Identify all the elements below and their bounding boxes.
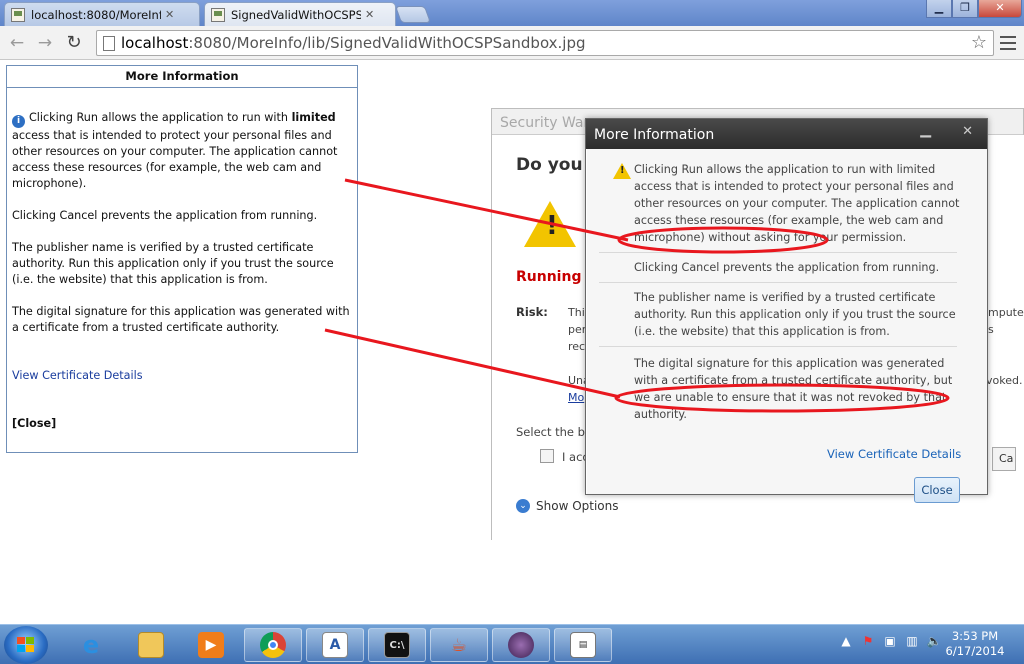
close-tab-icon[interactable]: ✕ <box>165 8 174 21</box>
chrome-menu-icon[interactable] <box>1000 36 1016 50</box>
publisher-section: The publisher name is verified by a trus… <box>599 283 957 347</box>
warning-triangle-icon: ! <box>524 201 576 247</box>
back-arrow-icon[interactable]: ← <box>6 32 28 54</box>
bookmark-star-icon[interactable]: ☆ <box>971 32 987 53</box>
window-close-button[interactable]: ✕ <box>978 0 1022 18</box>
tab-title: localhost:8080/MoreInfo/l <box>31 7 161 22</box>
run-text: Clicking Run allows the application to r… <box>634 163 960 244</box>
image-file-icon <box>11 7 25 22</box>
show-options-label: Show Options <box>536 499 619 513</box>
cancel-section: Clicking Cancel prevents the application… <box>599 253 957 283</box>
accept-checkbox[interactable] <box>540 449 554 463</box>
run-explanation: i Clicking Run allows the application to … <box>12 111 338 190</box>
select-box-text: Select the bo <box>516 425 592 439</box>
cancel-explanation: Clicking Cancel prevents the application… <box>12 209 318 222</box>
minimize-icon[interactable]: ▁ <box>920 122 931 138</box>
internet-explorer-icon[interactable]: e <box>62 628 120 662</box>
forward-arrow-icon[interactable]: → <box>34 32 56 54</box>
publisher-text: The publisher name is verified by a trus… <box>634 291 956 338</box>
window-controls: ▁ ❐ ✕ <box>926 0 1022 18</box>
close-link[interactable]: [Close] <box>12 416 354 432</box>
publisher-explanation: The publisher name is verified by a trus… <box>12 241 334 286</box>
image-file-icon <box>211 7 225 22</box>
address-bar[interactable]: localhost:8080/MoreInfo/lib/SignedValidW… <box>96 30 994 56</box>
clock-date: 6/17/2014 <box>945 644 1005 658</box>
java-icon[interactable]: ☕ <box>430 628 488 662</box>
run-section: ! Clicking Run allows the application to… <box>599 149 959 253</box>
restore-button[interactable]: ❐ <box>952 0 978 18</box>
browser-toolbar: ← → ↻ localhost:8080/MoreInfo/lib/Signed… <box>0 26 1024 60</box>
more-info-link[interactable]: Mo <box>568 391 584 404</box>
command-prompt-icon[interactable]: C:\ <box>368 628 426 662</box>
tab-signed-valid[interactable]: SignedValidWithOCSPSan ✕ <box>204 2 396 26</box>
url-text[interactable]: localhost:8080/MoreInfo/lib/SignedValidW… <box>121 34 586 52</box>
file-explorer-icon[interactable] <box>122 628 180 662</box>
risk-text: per <box>568 323 587 336</box>
risk-text-right: voked. <box>986 374 1023 387</box>
page-icon <box>103 36 115 51</box>
view-certificate-link[interactable]: View Certificate Details <box>12 368 354 384</box>
tab-title: SignedValidWithOCSPSan <box>231 7 361 22</box>
risk-text-right: mpute <box>988 306 1024 319</box>
risk-label: Risk: <box>516 305 548 319</box>
reload-icon[interactable]: ↻ <box>63 32 85 54</box>
close-button[interactable]: Close <box>914 477 960 503</box>
media-app-icon[interactable] <box>492 628 550 662</box>
close-icon[interactable]: ✕ <box>962 124 973 139</box>
signature-explanation: The digital signature for this applicati… <box>12 305 350 334</box>
media-player-icon[interactable]: ▶ <box>182 628 240 662</box>
dialog-titlebar: More Information ▁ ✕ <box>586 119 987 149</box>
minimize-button[interactable]: ▁ <box>926 0 952 18</box>
chevron-down-icon: ⌄ <box>516 499 530 513</box>
chrome-icon[interactable] <box>244 628 302 662</box>
device-icon[interactable]: ▣ <box>882 633 898 649</box>
risk-text-right: s <box>988 323 994 336</box>
show-hidden-icons-icon[interactable]: ▲ <box>838 633 854 649</box>
close-tab-icon[interactable]: ✕ <box>365 8 374 21</box>
running-heading: Running t <box>516 269 594 285</box>
view-certificate-link[interactable]: View Certificate Details <box>827 447 961 461</box>
more-info-panel: More Information i Clicking Run allows th… <box>6 65 358 453</box>
cancel-button[interactable]: Ca <box>992 447 1016 471</box>
start-button[interactable] <box>4 626 48 664</box>
browser-tab-strip: localhost:8080/MoreInfo/l ✕ SignedValidW… <box>0 0 1024 26</box>
action-center-icon[interactable]: ⚑ <box>860 633 876 649</box>
system-tray: ▲ ⚑ ▣ ▥ 🔈 <box>838 633 942 649</box>
show-options-toggle[interactable]: ⌄ Show Options <box>516 499 619 513</box>
panel-title: More Information <box>7 66 357 88</box>
dialog-body: ! Clicking Run allows the application to… <box>587 149 987 503</box>
windows-taskbar: e ▶ A C:\ ☕ ▤ ▲ ⚑ ▣ ▥ 🔈 3:53 PM 6/17/201… <box>0 624 1024 664</box>
info-icon: i <box>12 115 25 128</box>
network-icon[interactable]: ▥ <box>904 633 920 649</box>
new-tab-button[interactable] <box>394 6 432 23</box>
system-clock[interactable]: 3:53 PM 6/17/2014 <box>935 629 1015 659</box>
document-viewer-icon[interactable]: ▤ <box>554 628 612 662</box>
signature-section: The digital signature for this applicati… <box>599 347 957 439</box>
cancel-text: Clicking Cancel prevents the application… <box>634 261 940 274</box>
text-editor-icon[interactable]: A <box>306 628 364 662</box>
tab-moreinfo[interactable]: localhost:8080/MoreInfo/l ✕ <box>4 2 200 26</box>
more-info-dialog: More Information ▁ ✕ ! Clicking Run allo… <box>585 118 988 503</box>
windows-logo-icon <box>17 637 35 653</box>
clock-time: 3:53 PM <box>951 629 999 643</box>
signature-text: The digital signature for this applicati… <box>634 357 953 421</box>
warning-icon: ! <box>613 163 631 179</box>
dialog-title: More Information <box>594 127 715 143</box>
